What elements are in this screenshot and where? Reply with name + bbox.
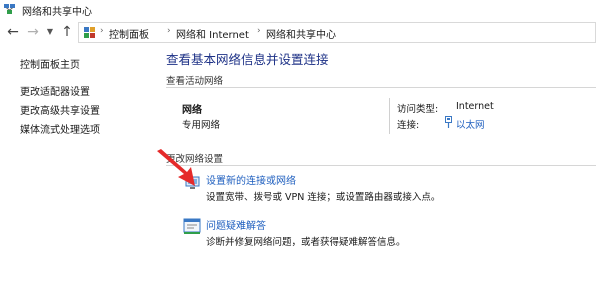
back-button[interactable]: ← — [4, 23, 22, 41]
page-title: 查看基本网络信息并设置连接 — [166, 52, 329, 67]
sidebar-item-advanced-sharing[interactable]: 更改高级共享设置 — [20, 102, 100, 117]
network-type: 专用网络 — [182, 120, 221, 131]
chevron-down-icon: ▼ — [46, 27, 54, 36]
breadcrumb-separator-icon: › — [100, 26, 104, 36]
divider — [166, 165, 596, 166]
breadcrumb-control-panel[interactable]: 控制面板 — [109, 26, 149, 41]
active-networks-label: 查看活动网络 — [166, 76, 224, 87]
title-bar: 网络和共享中心 — [0, 0, 600, 20]
arrow-left-icon: ← — [7, 24, 19, 40]
access-type-value: Internet — [456, 101, 494, 112]
navigation-bar: ← → ▼ ↑ › 控制面板 › 网络和 Internet › 网络和共享中心 — [0, 20, 600, 44]
access-type-label: 访问类型: — [397, 104, 439, 115]
breadcrumb-separator-icon: › — [167, 26, 171, 36]
annotation-arrow-icon — [157, 149, 195, 186]
breadcrumb-network-sharing-center[interactable]: 网络和共享中心 — [266, 26, 336, 41]
window-title: 网络和共享中心 — [22, 7, 92, 18]
arrow-up-icon: ↑ — [61, 24, 73, 40]
forward-button[interactable]: → — [24, 23, 42, 41]
arrow-right-icon: → — [27, 24, 39, 40]
troubleshoot-icon[interactable] — [182, 216, 202, 236]
connection-ethernet-link[interactable]: 以太网 — [456, 117, 485, 131]
address-bar[interactable]: › 控制面板 › 网络和 Internet › 网络和共享中心 — [78, 22, 596, 43]
network-center-icon — [4, 4, 15, 14]
divider — [389, 98, 390, 134]
troubleshoot-problems-description: 诊断并修复网络问题，或者获得疑难解答信息。 — [206, 237, 406, 248]
setup-new-connection-link[interactable]: 设置新的连接或网络 — [206, 172, 296, 187]
breadcrumb-separator-icon: › — [257, 26, 261, 36]
connection-label: 连接: — [397, 120, 420, 131]
network-name: 网络 — [182, 105, 202, 116]
breadcrumb-network-internet[interactable]: 网络和 Internet — [176, 26, 249, 41]
recent-locations-button[interactable]: ▼ — [44, 23, 56, 41]
up-button[interactable]: ↑ — [58, 23, 76, 41]
sidebar-item-adapter-settings[interactable]: 更改适配器设置 — [20, 83, 90, 98]
divider — [166, 87, 596, 88]
ethernet-icon — [445, 116, 452, 128]
troubleshoot-problems-link[interactable]: 问题疑难解答 — [206, 217, 266, 232]
setup-new-connection-description: 设置宽带、拨号或 VPN 连接；或设置路由器或接入点。 — [206, 192, 441, 203]
control-panel-icon — [84, 27, 95, 38]
main-content: 查看基本网络信息并设置连接 查看活动网络 网络 专用网络 访问类型: Inter… — [150, 44, 600, 298]
sidebar-item-control-panel-home[interactable]: 控制面板主页 — [20, 56, 80, 71]
sidebar-item-media-streaming[interactable]: 媒体流式处理选项 — [20, 121, 100, 136]
left-pane: 控制面板主页 更改适配器设置 更改高级共享设置 媒体流式处理选项 — [0, 44, 150, 298]
